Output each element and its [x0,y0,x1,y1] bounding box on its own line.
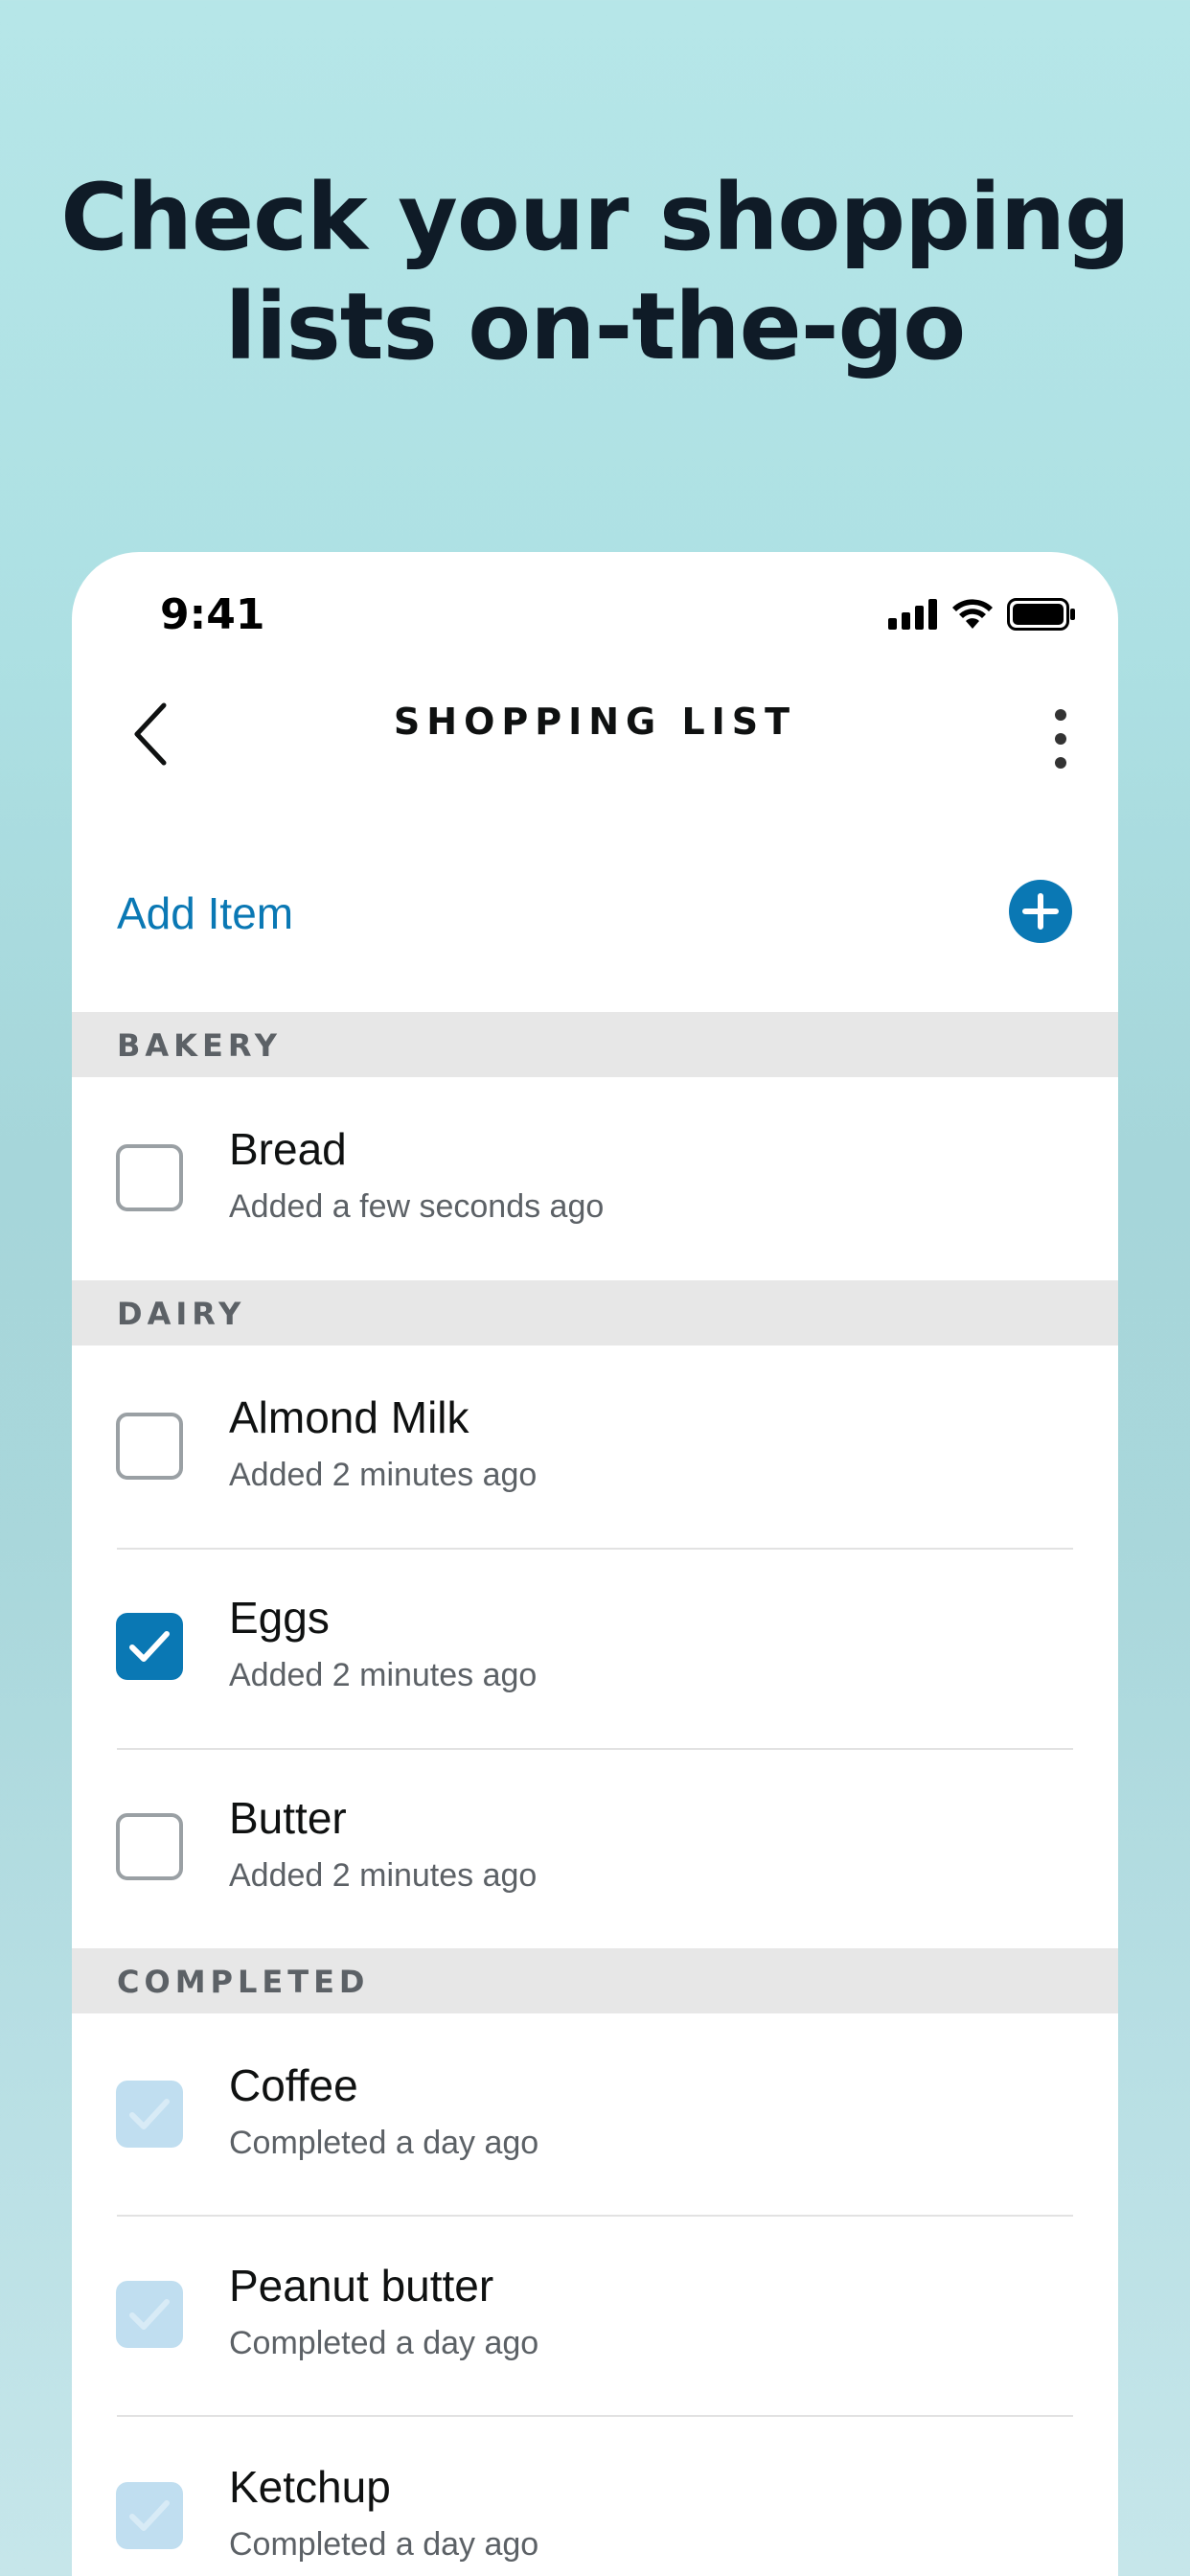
list-item-coffee[interactable]: Coffee Completed a day ago [72,2013,1118,2215]
item-timestamp: Added 2 minutes ago [229,1857,538,1894]
item-timestamp: Completed a day ago [229,2526,539,2563]
section-label: BAKERY [117,1027,282,1064]
battery-icon [1007,598,1075,631]
item-checkbox-completed[interactable] [116,2482,183,2549]
item-timestamp: Added 2 minutes ago [229,1657,538,1693]
list-item-ketchup[interactable]: Ketchup Completed a day ago [72,2415,1118,2576]
section-label: COMPLETED [117,1964,370,2000]
signal-icon [888,599,937,630]
plus-circle-icon [1022,893,1059,930]
add-item-row[interactable]: Add Item [72,840,1118,993]
section-label: DAIRY [117,1296,246,1332]
item-checkbox-completed[interactable] [116,2281,183,2348]
wifi-icon [952,599,993,629]
section-header-completed: COMPLETED [72,1948,1118,2013]
promo-headline: Check your shopping lists on-the-go [0,163,1190,381]
item-checkbox[interactable] [116,1413,183,1480]
list-item-butter[interactable]: Butter Added 2 minutes ago [72,1746,1118,1947]
section-header-dairy: DAIRY [72,1280,1118,1346]
headline-line-2: lists on-the-go [224,273,966,380]
item-timestamp: Completed a day ago [229,2325,539,2361]
item-name: Almond Milk [229,1392,469,1442]
status-icons [888,598,1076,631]
phone-screen: 9:41 SHOPPING LIST Add Item BAKERY Bread… [72,552,1118,2576]
add-item-label[interactable]: Add Item [117,887,293,939]
item-timestamp: Added a few seconds ago [229,1188,605,1225]
item-timestamp: Added 2 minutes ago [229,1457,538,1493]
item-timestamp: Completed a day ago [229,2125,539,2161]
item-name: Butter [229,1793,347,1843]
more-vertical-icon [1055,709,1066,769]
checkmark-icon [129,2099,170,2129]
item-checkbox[interactable] [116,1144,183,1211]
item-name: Peanut butter [229,2261,494,2311]
list-item-bread[interactable]: Bread Added a few seconds ago [72,1077,1118,1278]
more-options-button[interactable] [1049,705,1072,772]
list-item-peanut-butter[interactable]: Peanut butter Completed a day ago [72,2214,1118,2415]
checkmark-icon [129,1631,170,1662]
status-time: 9:41 [160,590,265,639]
item-name: Ketchup [229,2462,391,2512]
list-item-almond-milk[interactable]: Almond Milk Added 2 minutes ago [72,1346,1118,1547]
list-item-eggs[interactable]: Eggs Added 2 minutes ago [72,1546,1118,1747]
section-header-bakery: BAKERY [72,1012,1118,1077]
checkmark-icon [129,2500,170,2531]
item-checkbox-completed[interactable] [116,2081,183,2148]
item-checkbox[interactable] [116,1813,183,1880]
headline-line-1: Check your shopping [60,164,1131,271]
add-item-button[interactable] [1009,880,1072,943]
item-checkbox-checked[interactable] [116,1613,183,1680]
item-name: Bread [229,1124,347,1174]
item-name: Coffee [229,2060,358,2110]
item-name: Eggs [229,1593,330,1643]
checkmark-icon [129,2299,170,2330]
page-title: SHOPPING LIST [393,701,797,743]
